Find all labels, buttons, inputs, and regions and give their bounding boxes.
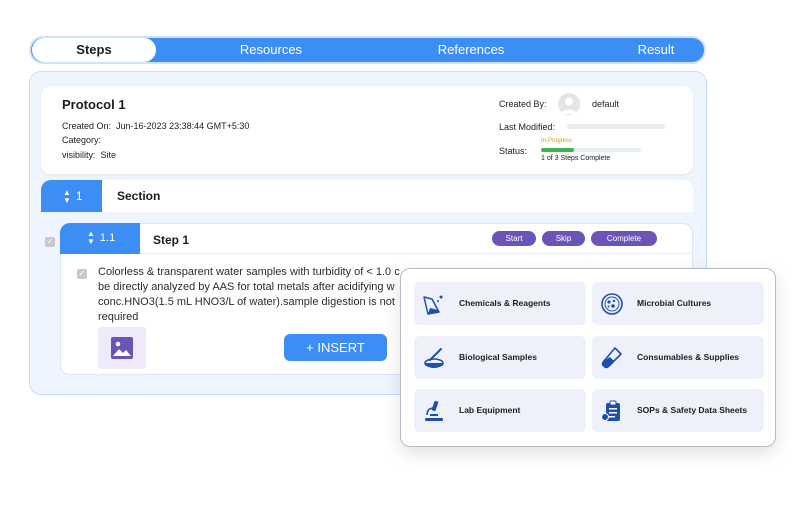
created-by-value: default bbox=[592, 99, 620, 109]
steps-complete-text: 1 of 3 Steps Complete bbox=[541, 155, 611, 162]
tab-steps[interactable]: Steps bbox=[32, 38, 156, 62]
resource-biological-samples[interactable]: Biological Samples bbox=[414, 336, 586, 379]
resource-label: Lab Equipment bbox=[459, 405, 521, 415]
created-by-label: Created By: bbox=[499, 99, 547, 109]
tab-references[interactable]: References bbox=[411, 38, 531, 62]
test-tube-icon bbox=[601, 347, 622, 369]
sample-dish-icon bbox=[424, 348, 444, 368]
step-header: ▲ ▼ 1.1 Step 1 Start Skip Complete bbox=[60, 223, 694, 254]
resource-lab-equipment[interactable]: Lab Equipment bbox=[414, 389, 586, 432]
last-modified-placeholder bbox=[567, 124, 665, 129]
petri-dish-icon bbox=[601, 293, 623, 315]
visibility-row: visibility: Site bbox=[62, 150, 116, 160]
step-number: 1.1 bbox=[99, 232, 116, 244]
image-icon bbox=[111, 337, 133, 359]
step-checkbox[interactable]: ✓ bbox=[45, 237, 55, 247]
visibility-value: Site bbox=[100, 150, 117, 160]
protocol-title: Protocol 1 bbox=[62, 97, 126, 112]
clipboard-icon bbox=[601, 400, 620, 421]
insert-button[interactable]: + INSERT bbox=[284, 334, 387, 361]
category-label: Category: bbox=[62, 135, 102, 145]
tab-resources[interactable]: Resources bbox=[211, 38, 331, 62]
microscope-icon bbox=[425, 400, 443, 421]
image-thumbnail[interactable] bbox=[98, 327, 146, 369]
description-checkbox[interactable]: ✓ bbox=[77, 269, 87, 279]
complete-button[interactable]: Complete bbox=[591, 231, 657, 246]
resource-label: SOPs & Safety Data Sheets bbox=[637, 405, 748, 415]
visibility-label: visibility: bbox=[62, 150, 96, 160]
section-header: ▲ ▼ 1 Section bbox=[41, 180, 693, 212]
sort-icon: ▲ ▼ bbox=[87, 229, 95, 247]
resource-label: Chemicals & Reagents bbox=[459, 298, 551, 308]
tab-result[interactable]: Result bbox=[601, 38, 711, 62]
step-title: Step 1 bbox=[153, 233, 190, 247]
step-number-handle[interactable]: ▲ ▼ 1.1 bbox=[60, 223, 140, 254]
sort-icon: ▲ ▼ bbox=[63, 187, 71, 205]
status-badge: In-Progress bbox=[541, 138, 573, 144]
resource-label: Consumables & Supplies bbox=[637, 352, 740, 362]
section-title: Section bbox=[117, 189, 161, 203]
resource-label: Biological Samples bbox=[459, 352, 537, 362]
created-on-label: Created On: bbox=[62, 121, 112, 131]
category-row: Category: bbox=[62, 135, 106, 145]
start-button[interactable]: Start bbox=[492, 231, 536, 246]
created-on-value: Jun-16-2023 23:38:44 GMT+5:30 bbox=[116, 121, 250, 131]
status-progress-fill bbox=[541, 148, 575, 152]
section-number: 1 bbox=[75, 189, 83, 203]
resources-popup: Chemicals & Reagents Microbial Cultures … bbox=[400, 268, 776, 447]
last-modified-label: Last Modified: bbox=[499, 122, 556, 132]
tab-bar: Steps Resources References Result bbox=[29, 36, 706, 64]
created-on-row: Created On: Jun-16-2023 23:38:44 GMT+5:30 bbox=[62, 121, 249, 131]
status-progress-bar bbox=[541, 148, 641, 152]
user-icon bbox=[561, 97, 577, 114]
protocol-info-card: Protocol 1 Created On: Jun-16-2023 23:38:… bbox=[41, 86, 693, 174]
resource-consumables-supplies[interactable]: Consumables & Supplies bbox=[592, 336, 764, 379]
skip-button[interactable]: Skip bbox=[542, 231, 585, 246]
resource-label: Microbial Cultures bbox=[637, 298, 712, 308]
flask-icon bbox=[423, 295, 443, 315]
step-description: Colorless & transparent water samples wi… bbox=[98, 266, 400, 323]
resource-microbial-cultures[interactable]: Microbial Cultures bbox=[592, 282, 764, 325]
resource-chemicals-reagents[interactable]: Chemicals & Reagents bbox=[414, 282, 586, 325]
resource-sops-safety-data-sheets[interactable]: SOPs & Safety Data Sheets bbox=[592, 389, 764, 432]
avatar bbox=[558, 93, 580, 115]
section-number-handle[interactable]: ▲ ▼ 1 bbox=[41, 180, 102, 212]
status-label: Status: bbox=[499, 146, 528, 156]
